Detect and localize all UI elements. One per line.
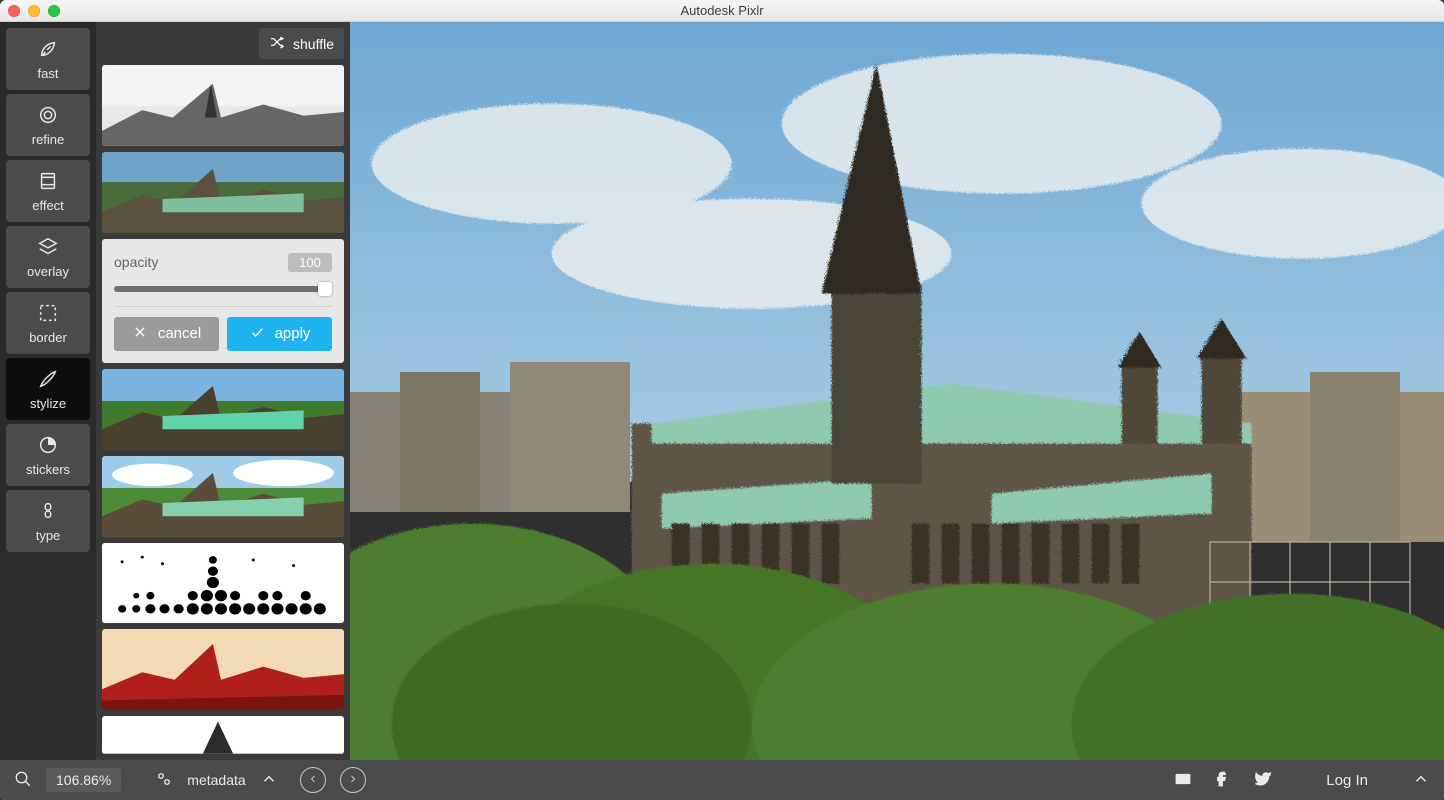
account-menu-button[interactable] [1412, 770, 1430, 791]
facebook-icon [1214, 770, 1232, 791]
chevron-up-icon [1412, 770, 1430, 791]
titlebar: Autodesk Pixlr [0, 0, 1444, 22]
filter-panel: shuffle [96, 22, 350, 760]
overlay-icon [37, 236, 59, 258]
sidebar-item-effect[interactable]: effect [6, 160, 90, 222]
cancel-button[interactable]: cancel [114, 317, 219, 351]
sidebar-item-refine[interactable]: refine [6, 94, 90, 156]
brush-icon [37, 368, 59, 390]
sidebar-item-label: effect [32, 198, 64, 213]
apply-button[interactable]: apply [227, 317, 332, 351]
type-icon [37, 500, 59, 522]
close-icon [132, 324, 148, 344]
facebook-share-button[interactable] [1214, 770, 1232, 791]
sidebar-item-label: stickers [26, 462, 70, 477]
rocket-icon [37, 38, 59, 60]
zoom-tool-button[interactable] [14, 770, 32, 791]
filter-thumb-halftone[interactable] [102, 543, 344, 624]
bottom-bar: 106.86% metadata Log In [0, 760, 1444, 800]
sidebar-item-label: stylize [30, 396, 66, 411]
zoom-window-button[interactable] [48, 5, 60, 17]
sidebar-item-stylize[interactable]: stylize [6, 358, 90, 420]
cancel-label: cancel [158, 325, 201, 342]
search-icon [14, 770, 32, 791]
filter-thumb-saturated[interactable] [102, 369, 344, 450]
filter-thumb-silhouette[interactable] [102, 716, 344, 754]
minimize-window-button[interactable] [28, 5, 40, 17]
shuffle-label: shuffle [293, 36, 334, 52]
info-button[interactable] [155, 770, 173, 791]
email-share-button[interactable] [1174, 770, 1192, 791]
effect-icon [37, 170, 59, 192]
image-canvas[interactable] [350, 22, 1444, 760]
sidebar-item-label: refine [32, 132, 65, 147]
nav-next-button[interactable] [340, 767, 366, 793]
window-title: Autodesk Pixlr [680, 3, 763, 18]
filter-thumb-original[interactable] [102, 456, 344, 537]
opacity-slider[interactable] [114, 282, 332, 296]
expand-up-button[interactable] [260, 770, 278, 791]
chevron-left-icon [307, 772, 319, 788]
shuffle-icon [269, 34, 285, 53]
sidebar-item-fast[interactable]: fast [6, 28, 90, 90]
filter-thumb-bw-sketch[interactable] [102, 65, 344, 146]
chevron-right-icon [347, 772, 359, 788]
sidebar-item-border[interactable]: border [6, 292, 90, 354]
twitter-share-button[interactable] [1254, 770, 1272, 791]
sidebar-item-label: overlay [27, 264, 69, 279]
filter-settings-panel: opacity 100 cancel apply [102, 239, 344, 363]
chevron-up-icon [260, 770, 278, 791]
opacity-value: 100 [288, 253, 332, 272]
close-window-button[interactable] [8, 5, 20, 17]
email-icon [1174, 770, 1192, 791]
info-icon [155, 770, 173, 791]
opacity-label: opacity [114, 254, 158, 270]
sidebar-item-label: type [36, 528, 61, 543]
sidebar-item-label: fast [38, 66, 59, 81]
refine-icon [37, 104, 59, 126]
sidebar-item-type[interactable]: type [6, 490, 90, 552]
login-button[interactable]: Log In [1326, 772, 1368, 789]
shuffle-button[interactable]: shuffle [259, 28, 344, 59]
nav-prev-button[interactable] [300, 767, 326, 793]
filter-thumb-oil-painting[interactable] [102, 152, 344, 233]
sidebar-item-overlay[interactable]: overlay [6, 226, 90, 288]
sidebar-item-stickers[interactable]: stickers [6, 424, 90, 486]
apply-label: apply [275, 325, 311, 342]
check-icon [249, 324, 265, 344]
filter-thumb-red-poster[interactable] [102, 629, 344, 710]
twitter-icon [1254, 770, 1272, 791]
metadata-button[interactable]: metadata [187, 772, 245, 788]
tool-sidebar: fast refine effect overlay border styliz… [0, 22, 96, 760]
divider [114, 306, 332, 307]
zoom-level[interactable]: 106.86% [46, 768, 121, 792]
sticker-icon [37, 434, 59, 456]
border-icon [37, 302, 59, 324]
sidebar-item-label: border [29, 330, 67, 345]
